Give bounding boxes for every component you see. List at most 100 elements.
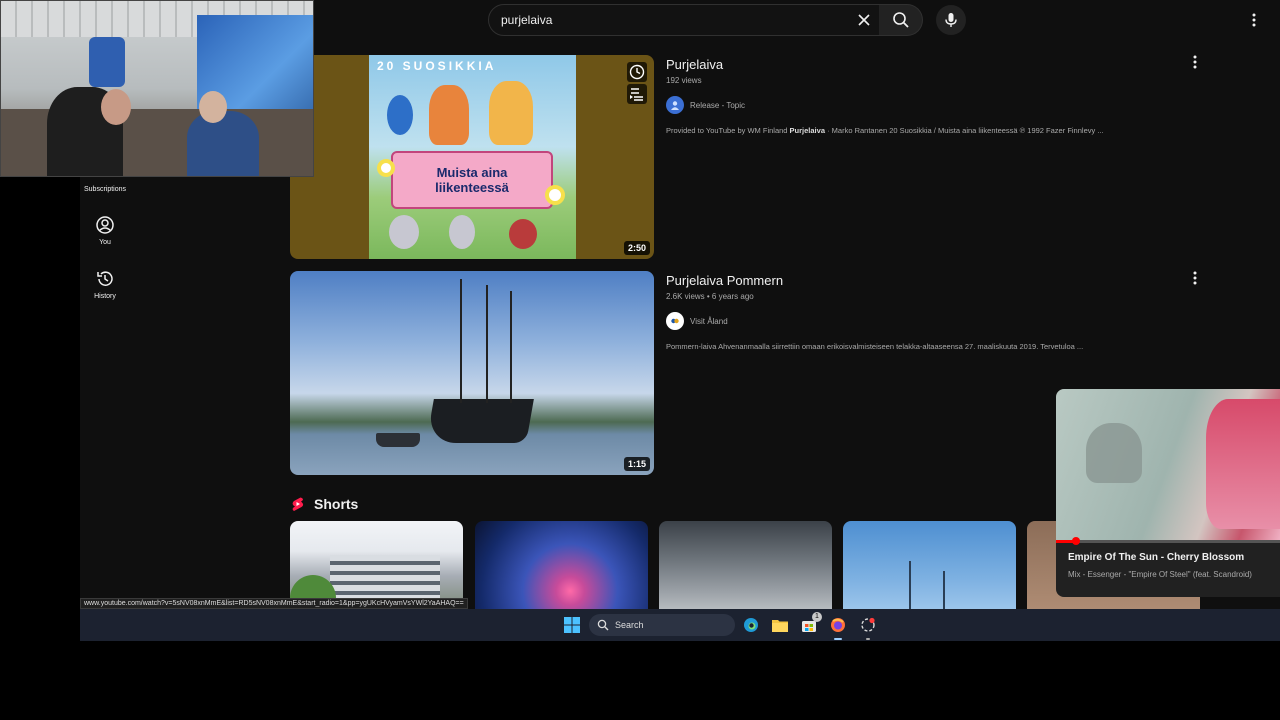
short-video[interactable] (475, 521, 648, 621)
search-icon (892, 12, 909, 28)
webcam-person (187, 111, 259, 176)
clear-search-button[interactable] (852, 8, 876, 32)
miniplayer-video[interactable] (1056, 389, 1280, 541)
active-indicator (866, 638, 870, 640)
sidebar-item-you[interactable]: You (80, 215, 130, 246)
short-video[interactable] (659, 521, 832, 621)
video-title[interactable]: Purjelaiva (666, 57, 723, 72)
taskbar-store[interactable]: 1 (798, 612, 822, 636)
sidebar-item-label: You (99, 239, 111, 246)
person-icon (671, 101, 679, 110)
watch-later-button[interactable] (627, 62, 647, 82)
video-thumbnail[interactable]: 20 SUOSIKKIA Muista aina liikenteessä 2:… (290, 55, 654, 259)
webcam-overlay (0, 0, 314, 177)
folder-icon (772, 620, 788, 632)
add-to-queue-button[interactable] (627, 84, 647, 104)
miniplayer-title[interactable]: Empire Of The Sun - Cherry Blossom (1068, 552, 1244, 563)
description-highlight: Purjelaiva (789, 126, 825, 135)
ship-mast (460, 279, 462, 403)
channel-name: Release - Topic (690, 100, 745, 110)
taskbar-search-label: Search (615, 620, 644, 630)
cover-banner: Muista aina liikenteessä (391, 151, 553, 209)
cover-mouse-figure (449, 215, 475, 249)
video-figure (1206, 399, 1280, 529)
active-indicator (834, 638, 842, 640)
miniplayer-progress-bar[interactable] (1056, 540, 1280, 543)
ship-mast (486, 285, 488, 403)
description-text: Provided to YouTube by WM Finland (666, 126, 790, 135)
more-vert-icon (1193, 55, 1197, 69)
webcam-person-head (199, 91, 227, 123)
miniplayer[interactable]: Empire Of The Sun - Cherry Blossom Mix -… (1056, 389, 1280, 597)
sidebar-item-history[interactable]: History (80, 269, 130, 300)
cover-dog-figure (489, 81, 533, 145)
start-button[interactable] (561, 614, 583, 636)
windows-logo-icon (564, 617, 580, 633)
duration-badge: 1:15 (623, 457, 650, 471)
visit-aland-logo-icon (671, 318, 679, 324)
more-vert-icon (1252, 13, 1256, 27)
video-action-menu-button[interactable] (1188, 269, 1202, 287)
close-icon (858, 14, 870, 26)
search-input[interactable] (501, 5, 841, 35)
album-cover: 20 SUOSIKKIA Muista aina liikenteessä (369, 55, 576, 259)
cover-line: Muista aina (436, 165, 508, 180)
channel-link[interactable]: Release - Topic (666, 96, 745, 114)
duration-badge: 2:50 (623, 241, 650, 255)
taskbar-recording-app[interactable] (857, 614, 879, 640)
webcam-bag (89, 37, 125, 87)
channel-link[interactable]: Visit Åland (666, 312, 728, 330)
sidebar-item-label: History (94, 293, 116, 300)
cover-line: liikenteessä (435, 180, 509, 195)
search-box[interactable] (488, 4, 880, 36)
ship-hull (426, 399, 534, 443)
firefox-icon (831, 618, 845, 632)
account-circle-icon (96, 216, 114, 234)
history-icon (97, 271, 113, 286)
search-button[interactable] (879, 4, 923, 36)
taskbar-edge[interactable] (740, 614, 762, 636)
ship-mast (510, 291, 512, 403)
link-status-url: www.youtube.com/watch?v=5sNV08xnMmE&list… (80, 598, 468, 609)
taskbar-file-explorer[interactable] (769, 614, 791, 636)
channel-avatar (666, 96, 684, 114)
settings-menu-button[interactable] (1246, 8, 1262, 32)
video-action-menu-button[interactable] (1188, 53, 1202, 71)
video-description: Provided to YouTube by WM Finland Purjel… (666, 126, 1186, 135)
cover-bird-figure (387, 95, 413, 135)
cover-title: 20 SUOSIKKIA (377, 59, 497, 73)
cover-flower (377, 159, 395, 177)
cover-mouse-figure (509, 219, 537, 249)
more-vert-icon (1193, 271, 1197, 285)
video-description: Pommern-laiva Ahvenanmaalla siirrettiin … (666, 342, 1084, 351)
channel-avatar (666, 312, 684, 330)
cover-flower (545, 185, 565, 205)
video-meta: 192 views (666, 76, 702, 85)
search-icon (597, 619, 609, 631)
mic-icon (945, 13, 957, 27)
edge-browser-icon (744, 618, 758, 632)
notification-badge: 1 (812, 612, 822, 622)
watch-later-icon (629, 64, 645, 80)
video-thumbnail[interactable]: 1:15 (290, 271, 654, 475)
cover-mouse-figure (389, 215, 419, 249)
add-to-queue-icon (630, 88, 643, 101)
voice-search-button[interactable] (936, 5, 966, 35)
shorts-title: Shorts (314, 496, 359, 512)
video-figure (1086, 423, 1142, 483)
record-app-icon (861, 617, 875, 632)
sidebar-item-label: Subscriptions (83, 186, 127, 193)
miniplayer-subtitle: Mix - Essenger - "Empire Of Steel" (feat… (1068, 570, 1252, 579)
description-text: · Marko Rantanen 20 Suosikkia / Muista a… (825, 126, 1104, 135)
shorts-icon (292, 497, 304, 511)
shorts-heading: Shorts (290, 494, 358, 514)
taskbar-search[interactable]: Search (589, 614, 735, 636)
cover-cat-figure (429, 85, 469, 145)
progress-scrubber[interactable] (1072, 537, 1081, 545)
tugboat (376, 433, 420, 447)
short-video[interactable] (843, 521, 1016, 621)
screen: Subscriptions You History 20 SUOSIKKIA M… (0, 0, 1280, 720)
taskbar: Search 1 (80, 609, 1280, 641)
video-title[interactable]: Purjelaiva Pommern (666, 273, 783, 288)
taskbar-firefox[interactable] (827, 614, 849, 640)
